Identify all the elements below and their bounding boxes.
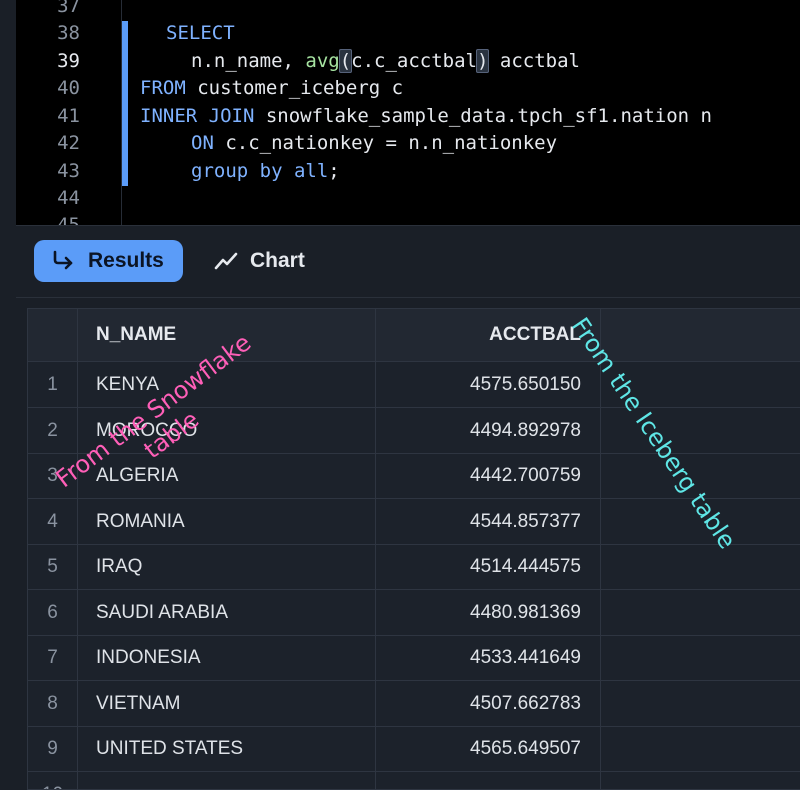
code-text: INNER JOIN snowflake_sample_data.tpch_sf… <box>140 105 712 127</box>
code-line[interactable]: 37 <box>0 0 800 20</box>
cell-n-name[interactable]: INDONESIA <box>96 635 201 680</box>
cell-n-name[interactable]: IRAQ <box>96 544 142 589</box>
line-number: 44 <box>57 187 80 209</box>
table-row[interactable]: 9 UNITED STATES 4565.649507 <box>28 726 800 772</box>
line-chart-icon <box>214 252 238 270</box>
code-text: FROM customer_iceberg c <box>140 77 404 99</box>
cell-n-name[interactable]: ROMANIA <box>96 499 185 544</box>
row-index: 2 <box>28 408 78 453</box>
code-line[interactable]: 41 INNER JOIN snowflake_sample_data.tpch… <box>0 103 800 130</box>
table-row[interactable]: 7 INDONESIA 4533.441649 <box>28 635 800 681</box>
row-index: 1 <box>28 362 78 407</box>
line-number: 40 <box>57 77 80 99</box>
table-row[interactable]: 10 <box>28 772 800 789</box>
tab-chart[interactable]: Chart <box>208 240 318 282</box>
column-header-acctbal[interactable]: ACCTBAL <box>399 309 581 361</box>
tab-chart-label: Chart <box>250 249 305 272</box>
line-number: 42 <box>57 132 80 154</box>
code-line[interactable]: 44 <box>0 185 800 212</box>
cell-n-name[interactable]: VIETNAM <box>96 681 180 726</box>
output-tabs-bar: Results Chart <box>16 225 800 298</box>
line-number: 38 <box>57 22 80 44</box>
return-arrow-icon <box>53 250 73 270</box>
table-header: N_NAME ACCTBAL <box>28 309 800 362</box>
cell-n-name[interactable]: SAUDI ARABIA <box>96 590 228 635</box>
code-line[interactable]: 38 SELECT <box>0 20 800 47</box>
cell-acctbal[interactable]: 4507.662783 <box>399 681 581 726</box>
line-number: 45 <box>57 214 80 225</box>
row-index: 10 <box>28 772 78 789</box>
code-line[interactable]: 43 group by all; <box>0 158 800 185</box>
code-text: n.n_name, avg(c.c_acctbal) acctbal <box>191 49 580 73</box>
tab-results[interactable]: Results <box>34 240 183 282</box>
code-line[interactable]: 40 FROM customer_iceberg c <box>0 75 800 102</box>
row-index: 4 <box>28 499 78 544</box>
row-index-header <box>28 309 78 361</box>
tab-results-label: Results <box>88 249 164 272</box>
cell-acctbal[interactable]: 4575.650150 <box>399 362 581 407</box>
cell-acctbal[interactable]: 4514.444575 <box>399 544 581 589</box>
column-header-n-name[interactable]: N_NAME <box>96 309 176 361</box>
code-text: group by all; <box>191 160 340 182</box>
cell-acctbal[interactable]: 4544.857377 <box>399 499 581 544</box>
line-number: 37 <box>57 0 80 17</box>
table-row[interactable]: 8 VIETNAM 4507.662783 <box>28 681 800 727</box>
row-index: 9 <box>28 726 78 771</box>
cell-acctbal[interactable]: 4442.700759 <box>399 453 581 498</box>
code-line[interactable]: 45 <box>0 212 800 225</box>
column-divider <box>375 309 376 789</box>
cell-acctbal[interactable]: 4565.649507 <box>399 726 581 771</box>
cell-acctbal[interactable]: 4480.981369 <box>399 590 581 635</box>
cell-acctbal[interactable]: 4533.441649 <box>399 635 581 680</box>
cell-acctbal[interactable]: 4494.892978 <box>399 408 581 453</box>
row-index: 8 <box>28 681 78 726</box>
code-text: ON c.c_nationkey = n.n_nationkey <box>191 132 558 154</box>
row-index: 6 <box>28 590 78 635</box>
line-number: 43 <box>57 160 80 182</box>
code-text: SELECT <box>166 22 235 44</box>
cell-n-name[interactable]: UNITED STATES <box>96 726 243 771</box>
table-row[interactable]: 5 IRAQ 4514.444575 <box>28 544 800 590</box>
line-number: 41 <box>57 105 80 127</box>
table-row[interactable]: 6 SAUDI ARABIA 4480.981369 <box>28 590 800 636</box>
results-table[interactable]: N_NAME ACCTBAL 1 KENYA 4575.650150 2 MOR… <box>27 308 800 790</box>
code-line[interactable]: 39 n.n_name, avg(c.c_acctbal) acctbal <box>0 48 800 75</box>
row-index: 5 <box>28 544 78 589</box>
code-line[interactable]: 42 ON c.c_nationkey = n.n_nationkey <box>0 130 800 157</box>
row-index: 7 <box>28 635 78 680</box>
line-number: 39 <box>57 50 80 72</box>
sql-editor[interactable]: 37 38 SELECT 39 n.n_name, avg(c.c_acctba… <box>0 0 800 225</box>
